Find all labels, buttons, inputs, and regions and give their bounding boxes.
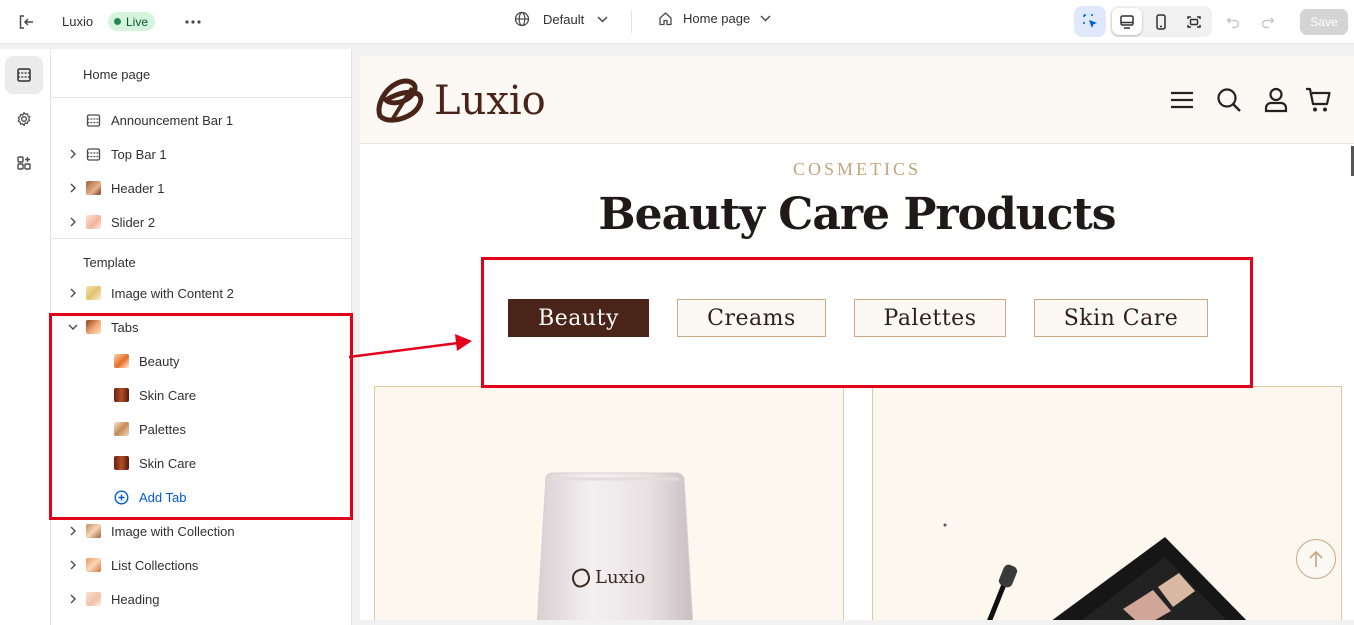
status-badge-label: Live	[126, 14, 149, 29]
cart-button[interactable]	[1304, 86, 1332, 114]
save-button[interactable]: Save	[1300, 9, 1348, 35]
store-name: Luxio	[62, 14, 94, 29]
search-icon	[1217, 88, 1241, 112]
account-button[interactable]	[1262, 86, 1290, 114]
apps-nav-button[interactable]	[5, 144, 43, 182]
section-row-header[interactable]: Header 1	[51, 174, 351, 202]
section-title: Beauty Care Products	[598, 189, 1116, 240]
globe-icon	[514, 11, 530, 27]
image-collection-thumb-icon	[85, 523, 101, 539]
apps-icon	[17, 156, 31, 170]
section-row-slider[interactable]: Slider 2	[51, 208, 351, 236]
user-icon	[1264, 87, 1288, 113]
section-row-top-bar[interactable]: Top Bar 1	[51, 140, 351, 168]
heading-thumb-icon	[85, 591, 101, 607]
cursor-select-icon	[1082, 14, 1097, 28]
product-card[interactable]: Luxio	[374, 386, 844, 620]
more-actions-button[interactable]	[180, 10, 206, 34]
home-icon	[659, 12, 672, 26]
list-collections-thumb-icon	[85, 557, 101, 573]
section-label: Image with Content 2	[111, 286, 234, 301]
store-logo-text: Luxio	[434, 78, 546, 124]
annotation-highlight-tab-buttons	[481, 257, 1253, 388]
arrow-up-icon	[1309, 550, 1323, 567]
section-eyebrow: COSMETICS	[792, 159, 922, 179]
mobile-view-button[interactable]	[1146, 8, 1176, 35]
section-label: Slider 2	[111, 215, 156, 230]
inspector-toggle-button[interactable]	[1074, 6, 1106, 37]
exit-icon	[19, 15, 33, 29]
redo-button[interactable]	[1257, 11, 1279, 33]
product-logo-text: Luxio	[595, 567, 646, 588]
chevron-down-icon	[597, 15, 608, 23]
chevron-right-icon	[70, 288, 76, 298]
page-selector[interactable]: Home page	[658, 11, 771, 26]
viewport-switcher	[1110, 6, 1212, 37]
chevron-down-icon	[760, 15, 771, 22]
desktop-view-button[interactable]	[1112, 8, 1142, 35]
slider-thumb-icon	[85, 214, 101, 230]
chevron-right-icon	[70, 560, 76, 570]
divider	[51, 238, 351, 239]
luxio-logo-mark-icon	[376, 78, 424, 123]
store-header: Luxio	[360, 56, 1354, 144]
product-card[interactable]	[872, 386, 1342, 620]
annotation-highlight-tabs-blocks	[49, 313, 353, 520]
menu-button[interactable]	[1168, 86, 1196, 114]
fullscreen-view-button[interactable]	[1179, 8, 1209, 35]
layout-section-icon	[85, 146, 101, 162]
section-row-heading[interactable]: Heading	[51, 585, 351, 613]
theme-selector-label: Default	[543, 11, 585, 27]
section-label: Image with Collection	[111, 524, 235, 539]
product-image	[943, 523, 1247, 620]
layout-section-icon	[85, 112, 101, 128]
section-label: Announcement Bar 1	[111, 113, 234, 128]
more-dots-icon	[185, 20, 201, 24]
chevron-right-icon	[70, 526, 76, 536]
editor-topbar: Luxio Live Default Home page Save	[0, 0, 1354, 44]
section-row-list-collections[interactable]: List Collections	[51, 551, 351, 579]
editor-sidebar-rail	[0, 49, 51, 625]
section-label: Top Bar 1	[111, 147, 167, 162]
chevron-right-icon	[70, 149, 76, 159]
live-dot-icon	[114, 18, 121, 25]
theme-selector[interactable]: Default	[514, 11, 608, 27]
theme-settings-nav-button[interactable]	[5, 100, 43, 138]
undo-button[interactable]	[1222, 11, 1244, 33]
image-content-thumb-icon	[85, 285, 101, 301]
section-row-image-with-collection[interactable]: Image with Collection	[51, 517, 351, 545]
panel-title: Home page	[83, 67, 151, 82]
section-label: List Collections	[111, 558, 199, 573]
gear-icon	[17, 111, 31, 127]
sections-nav-button[interactable]	[5, 56, 43, 94]
redo-icon	[1261, 17, 1275, 29]
status-badge: Live	[108, 12, 156, 31]
back-to-top-button[interactable]	[1296, 539, 1336, 579]
hamburger-menu-icon	[1171, 91, 1193, 109]
template-group-label: Template	[83, 255, 136, 270]
header-thumb-icon	[85, 180, 101, 196]
divider	[631, 11, 632, 33]
search-button[interactable]	[1215, 86, 1243, 114]
desktop-icon	[1120, 14, 1134, 29]
page-selector-label: Home page	[683, 11, 751, 26]
undo-icon	[1226, 17, 1240, 29]
mobile-icon	[1156, 13, 1166, 30]
section-row-announcement-bar[interactable]: Announcement Bar 1	[51, 106, 351, 134]
chevron-right-icon	[70, 183, 76, 193]
chevron-right-icon	[70, 217, 76, 227]
exit-button[interactable]	[14, 10, 38, 34]
cart-icon	[1306, 87, 1331, 112]
divider	[51, 97, 351, 98]
section-row-image-with-content[interactable]: Image with Content 2	[51, 279, 351, 307]
sections-icon	[17, 68, 31, 82]
chevron-right-icon	[70, 594, 76, 604]
fullscreen-icon	[1187, 15, 1201, 28]
section-label: Heading	[111, 592, 160, 607]
section-label: Header 1	[111, 181, 165, 196]
